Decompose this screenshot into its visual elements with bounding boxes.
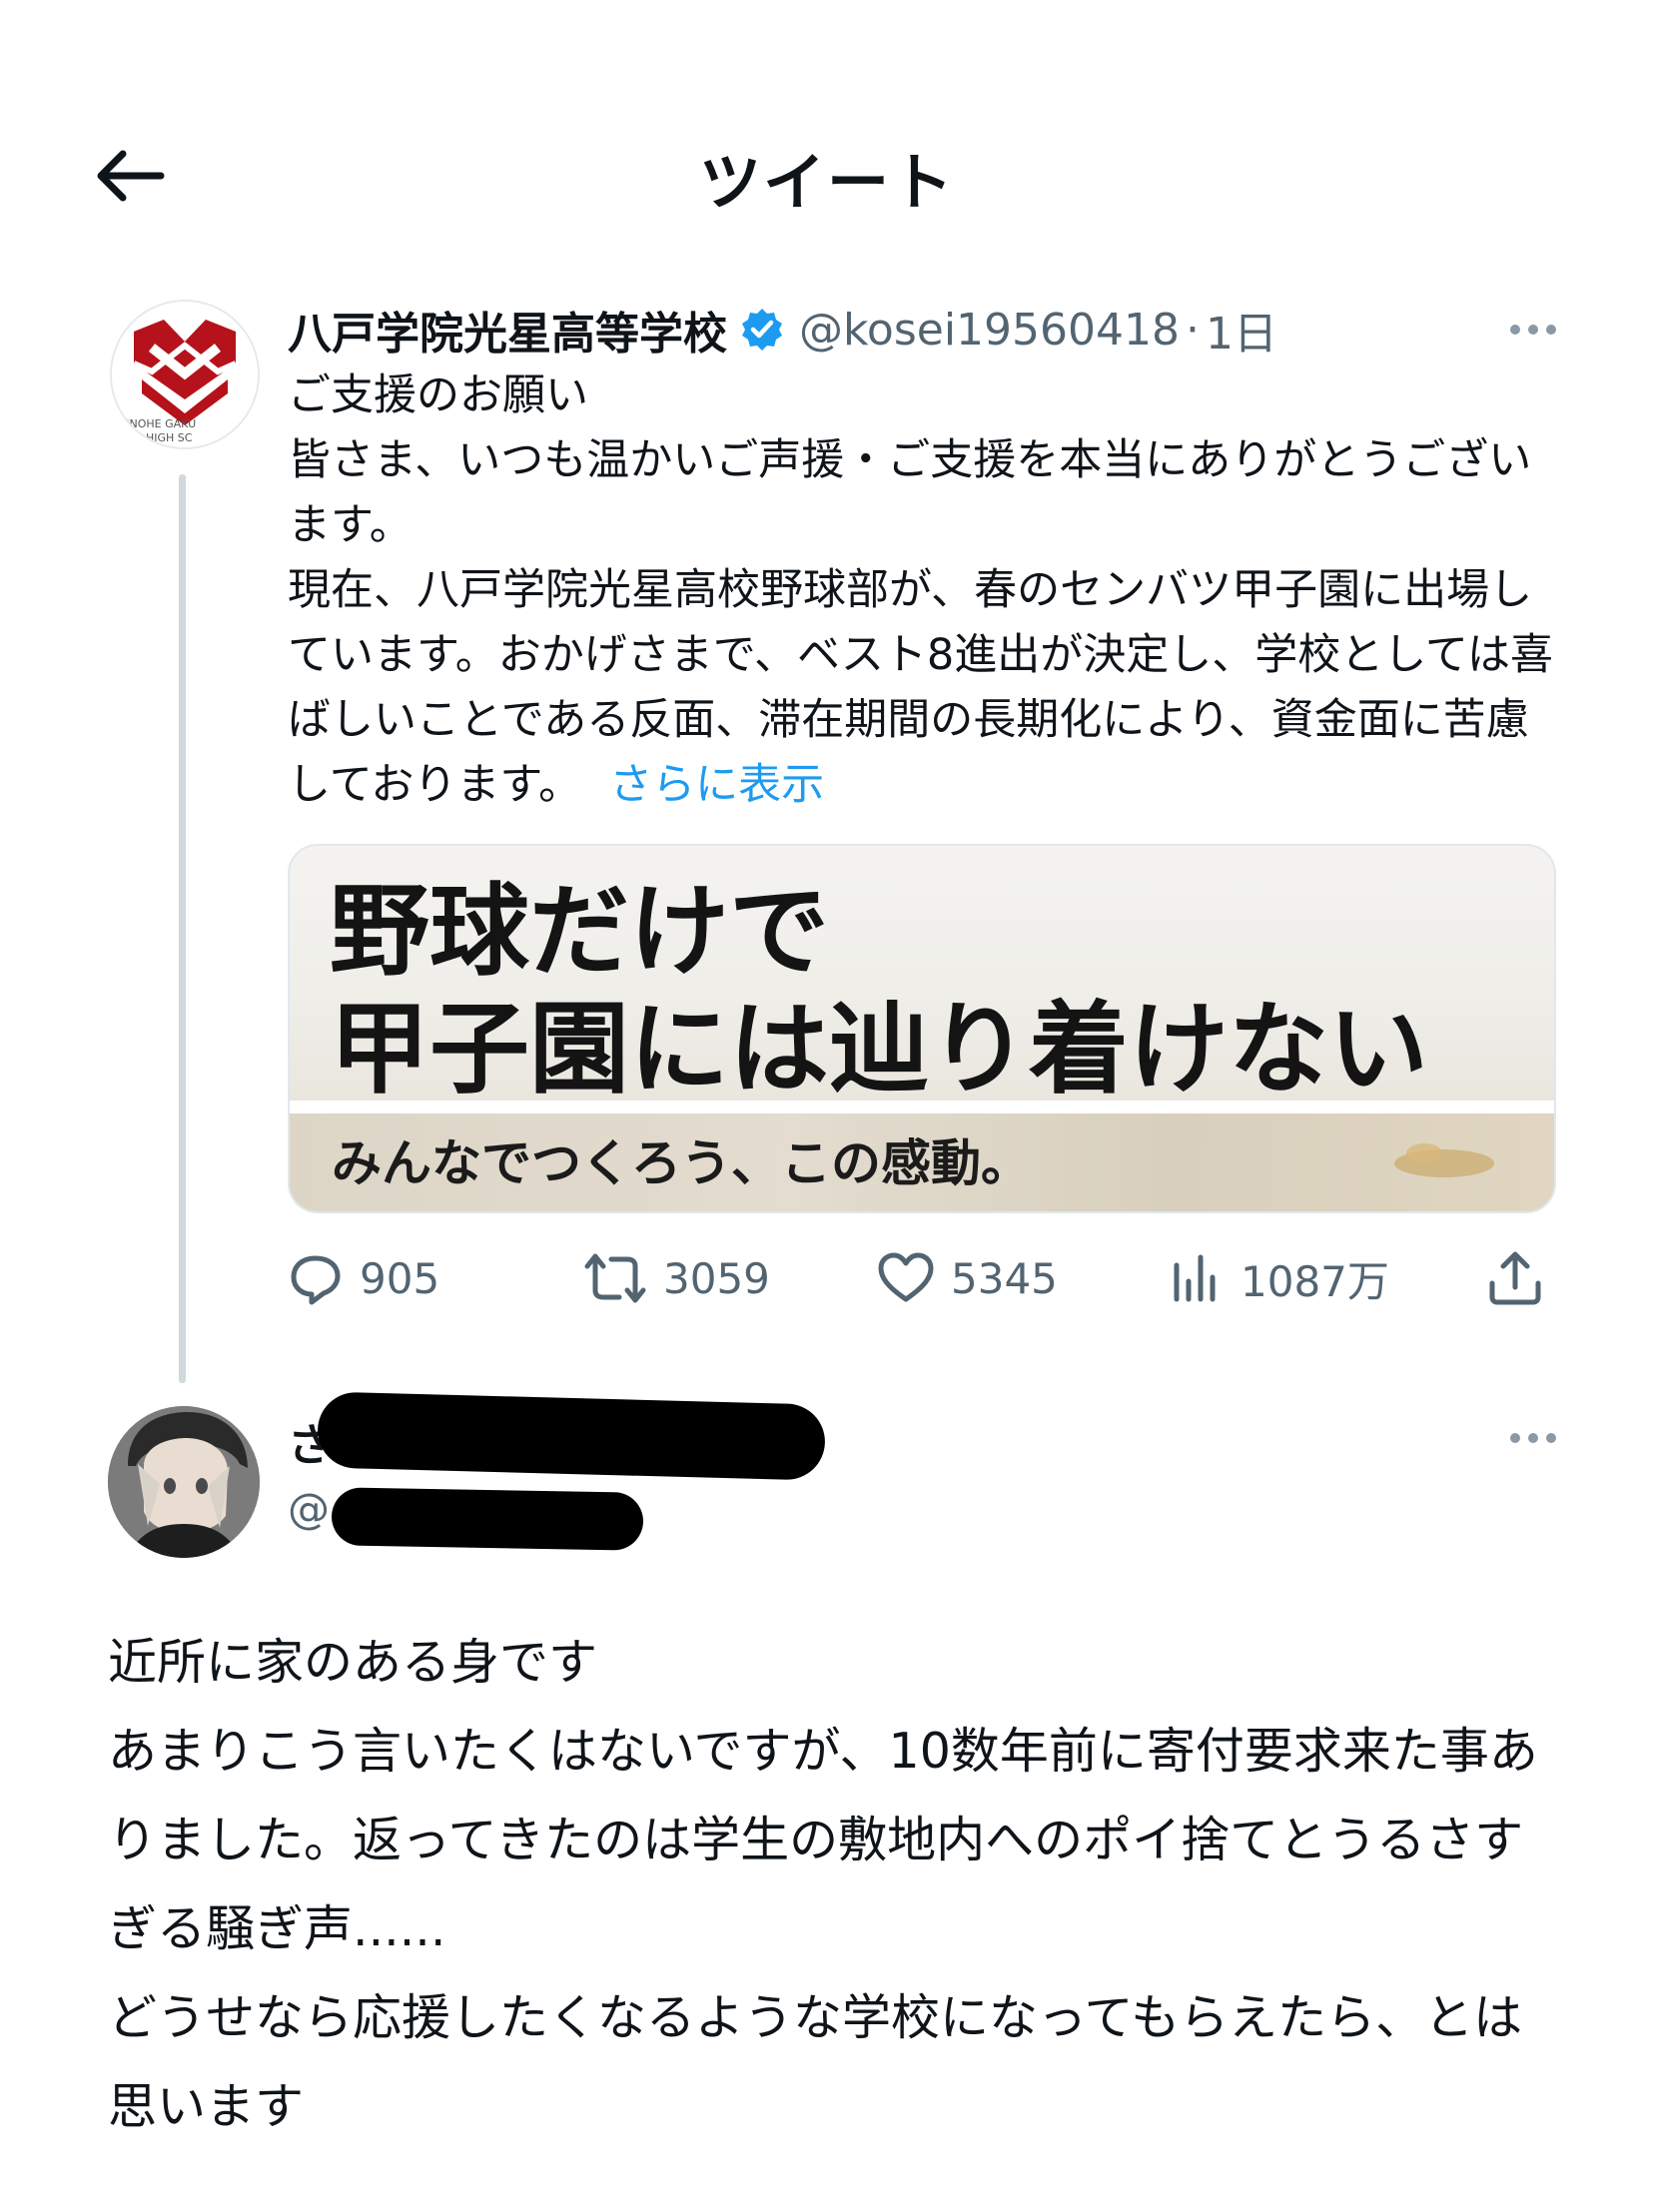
more-dot [1528,325,1538,335]
page-title: ツイート [698,146,955,219]
more-dot [1510,325,1520,335]
svg-text:HINOHE GAKU: HINOHE GAKU [118,417,196,430]
media-subline: みんなでつくろう、この感動。 [332,1133,1031,1192]
retweet-count: 3059 [663,1253,770,1303]
more-dot [1528,1433,1538,1443]
media-headline-line2: 甲子園には辿り着けない [330,990,1428,1107]
bar-chart-icon [1174,1254,1216,1302]
school-avatar[interactable]: HINOHE GAKU HIGH SC [110,300,260,449]
verified-badge-icon [742,309,782,351]
reply-count: 905 [360,1253,440,1303]
svg-text:HIGH SC: HIGH SC [146,431,193,444]
original-tweet-header: 八戸学院光星高等学校 @kosei19560418 · 1日 [288,298,1546,362]
share-icon [1489,1251,1541,1305]
more-options-button[interactable] [1498,310,1568,350]
media-divider [290,1101,1554,1114]
top-bar: ツイート [0,0,1654,300]
tweet-body-text: ご支援のお願い 皆さま、いつも温かいご声援・ご支援を本当にありがとうございます。… [288,370,1554,810]
reply-author-handle: @ [288,1483,330,1533]
reply-icon [291,1255,341,1305]
anime-avatar-icon [108,1406,260,1558]
view-count: 1087万 [1240,1256,1389,1306]
retweet-button[interactable]: 3059 [583,1243,770,1313]
author-handle[interactable]: @kosei19560418 [799,305,1180,356]
reply-user-avatar[interactable] [108,1406,260,1558]
reply-button[interactable]: 905 [288,1243,439,1313]
like-count: 5345 [951,1253,1058,1303]
redaction-mark-name [317,1391,826,1481]
author-display-name[interactable]: 八戸学院光星高等学校 [288,298,727,362]
more-dot [1510,1433,1520,1443]
school-logo-icon: HINOHE GAKU HIGH SC [112,302,258,447]
tweet-timestamp[interactable]: 1日 [1206,298,1277,362]
original-tweet-text: ご支援のお願い 皆さま、いつも温かいご声援・ご支援を本当にありがとうございます。… [288,364,1566,818]
media-headline-line1: 野球だけで [330,872,829,990]
redaction-mark-handle [331,1487,644,1551]
reply-more-options-button[interactable] [1498,1418,1568,1458]
tweet-action-bar: 905 3059 5345 1087万 [288,1243,1556,1313]
thread-line [179,474,186,1383]
like-button[interactable]: 5345 [877,1243,1058,1313]
views-button[interactable]: 1087万 [1171,1243,1389,1313]
more-dot [1546,325,1556,335]
heart-icon [878,1252,934,1302]
meta-separator: · [1186,304,1201,356]
more-dot [1546,1433,1556,1443]
media-figure-illustration [1394,1143,1494,1177]
tweet-media-image[interactable]: 野球だけで 甲子園には辿り着けない みんなでつくろう、この感動。 [288,844,1556,1213]
show-more-link[interactable]: さらに表示 [609,760,824,810]
retweet-icon [584,1253,646,1303]
reply-tweet-text: 近所に家のある身です あまりこう言いたくはないですが、10数年前に寄付要求来た事… [108,1634,1538,2135]
share-button[interactable] [1486,1243,1560,1313]
